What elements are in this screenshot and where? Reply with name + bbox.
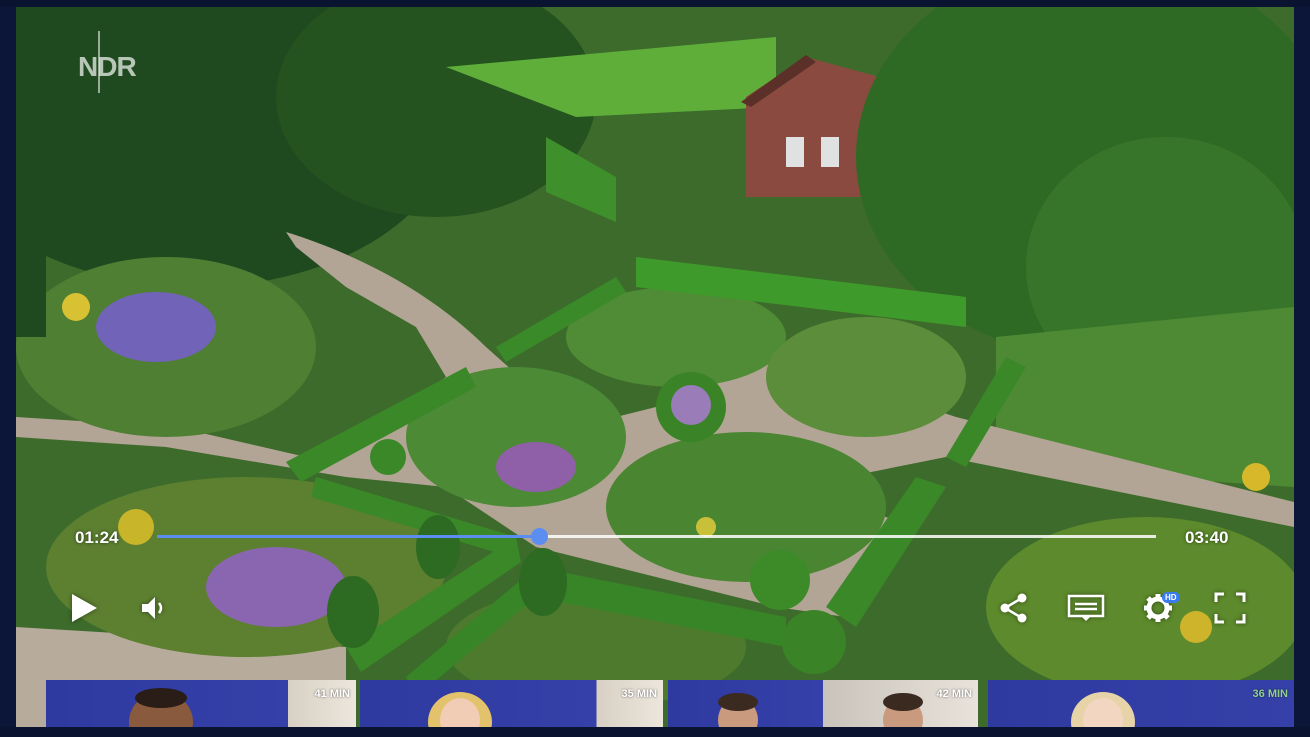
presenter-portrait	[129, 688, 193, 727]
thumbnail-duration: 42 MIN	[936, 688, 972, 700]
related-video-thumbnail[interactable]: 42 MIN	[668, 680, 978, 727]
hd-badge: HD	[1162, 592, 1180, 603]
thumbnail-duration: 41 MIN	[314, 688, 350, 700]
presenter-portrait	[428, 692, 492, 727]
volume-icon	[142, 597, 163, 619]
fullscreen-button[interactable]	[1210, 588, 1250, 628]
subtitles-icon	[1067, 594, 1105, 621]
fullscreen-icon	[1214, 592, 1246, 624]
presenter-portrait	[718, 693, 758, 727]
channel-logo: NDR	[78, 51, 137, 82]
share-icon	[1000, 593, 1027, 623]
presenter-portrait	[1071, 692, 1135, 727]
related-videos-strip: 41 MIN 35 MIN 42 MIN 36 MIN	[46, 680, 1294, 727]
video-player-frame: NDR 01:24 03:40 HD 41 MIN 35 MIN 42 MIN …	[0, 0, 1310, 737]
play-button[interactable]	[64, 588, 104, 628]
progress-bar[interactable]	[157, 528, 1156, 545]
share-button[interactable]	[994, 588, 1034, 628]
subtitles-button[interactable]	[1066, 588, 1106, 628]
current-time: 01:24	[75, 528, 119, 547]
related-video-thumbnail[interactable]: 35 MIN	[360, 680, 663, 727]
thumbnail-duration: 36 MIN	[1252, 688, 1288, 700]
play-icon	[72, 594, 97, 622]
related-video-thumbnail[interactable]: 36 MIN	[988, 680, 1294, 727]
related-video-thumbnail[interactable]: 41 MIN	[46, 680, 356, 727]
progress-fill	[157, 535, 539, 538]
total-time: 03:40	[1185, 528, 1229, 547]
progress-handle[interactable]	[530, 528, 548, 545]
volume-button[interactable]	[134, 588, 174, 628]
top-border	[0, 0, 1310, 7]
presenter-portrait	[883, 693, 923, 727]
video-viewport[interactable]: NDR 01:24 03:40 HD	[16, 7, 1294, 727]
bottom-border	[0, 727, 1310, 737]
thumbnail-duration: 35 MIN	[621, 688, 657, 700]
settings-button[interactable]: HD	[1138, 588, 1180, 628]
